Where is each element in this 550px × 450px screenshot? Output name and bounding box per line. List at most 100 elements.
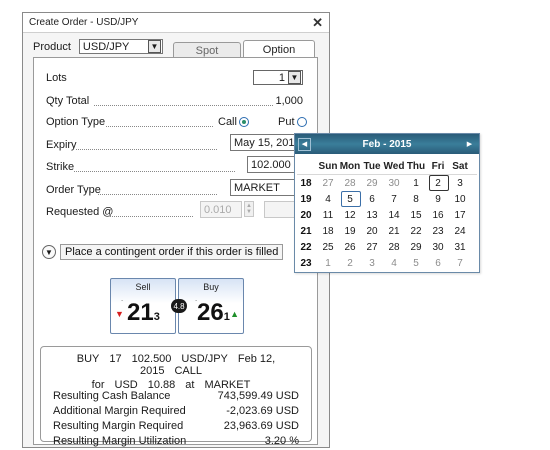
calendar-day[interactable]: 4 bbox=[383, 258, 405, 269]
calendar-day[interactable]: 17 bbox=[449, 210, 471, 221]
summary-line-1: BUY 17 102.500 USD/JPY Feb 12, 2015 CALL bbox=[41, 353, 311, 377]
qty-label: Qty Total bbox=[46, 95, 90, 107]
requested-value: 0.010 bbox=[204, 203, 232, 216]
arrow-down-icon[interactable]: ▼ bbox=[246, 209, 252, 215]
dotted-leader bbox=[98, 194, 217, 195]
buy-pip: 1 bbox=[223, 311, 230, 323]
calendar-day[interactable]: 9 bbox=[427, 194, 449, 205]
calendar-day[interactable]: 7 bbox=[383, 194, 405, 205]
calendar-day[interactable]: 27 bbox=[317, 178, 339, 189]
product-select[interactable]: USD/JPY ▼ bbox=[78, 39, 163, 54]
lots-label: Lots bbox=[46, 72, 67, 84]
calendar-day[interactable]: 15 bbox=[405, 210, 427, 221]
calendar-day[interactable]: 22 bbox=[405, 226, 427, 237]
calendar-day[interactable]: 13 bbox=[361, 210, 383, 221]
chevron-down-icon[interactable]: ▼ bbox=[147, 40, 161, 53]
summary-side: BUY bbox=[76, 353, 100, 365]
calendar-day[interactable]: 28 bbox=[339, 178, 361, 189]
put-radio[interactable] bbox=[296, 117, 307, 128]
calendar-day[interactable]: 28 bbox=[383, 242, 405, 253]
calendar-day[interactable]: 30 bbox=[383, 178, 405, 189]
product-row: Product USD/JPY ▼ bbox=[33, 39, 163, 54]
calendar-day[interactable]: 14 bbox=[383, 210, 405, 221]
calendar-day[interactable]: 12 bbox=[339, 210, 361, 221]
pip-dot: ˙ bbox=[121, 299, 124, 309]
calendar-day[interactable]: 18 bbox=[317, 226, 339, 237]
chevron-down-icon[interactable]: ▼ bbox=[288, 71, 301, 84]
calendar-day[interactable]: 26 bbox=[339, 242, 361, 253]
call-radio-group[interactable]: Call bbox=[218, 116, 249, 128]
chevron-left-icon[interactable]: ◀ bbox=[298, 137, 311, 151]
put-radio-group[interactable]: Put bbox=[278, 116, 307, 128]
dotted-leader bbox=[106, 126, 213, 127]
weekday-label: Sun bbox=[318, 160, 338, 172]
summary-amount: 23,963.69 bbox=[223, 420, 273, 432]
calendar-day[interactable]: 5 bbox=[405, 258, 427, 269]
calendar-day[interactable]: 24 bbox=[449, 226, 471, 237]
tab-option-label: Option bbox=[262, 43, 296, 56]
buy-price-big: 261 bbox=[197, 299, 230, 327]
create-order-window: Create Order - USD/JPY ✕ Product USD/JPY… bbox=[22, 12, 330, 448]
requested-input[interactable]: 0.010 bbox=[200, 201, 242, 218]
requested-label: Requested @ bbox=[46, 206, 114, 218]
dotted-leader bbox=[94, 105, 273, 106]
calendar-day[interactable]: 6 bbox=[427, 258, 449, 269]
calendar-day[interactable]: 3 bbox=[449, 178, 471, 189]
close-icon[interactable]: ✕ bbox=[312, 15, 323, 31]
calendar-grid: Sun Mon Tue Wed Thu Fri Sat 18 27 28 29 … bbox=[295, 158, 479, 271]
summary-row-value: -2,023.69 USD bbox=[226, 405, 299, 417]
chevron-down-icon[interactable]: ▼ bbox=[42, 245, 56, 259]
order-type-value: MARKET bbox=[234, 181, 280, 194]
calendar-day[interactable]: 16 bbox=[427, 210, 449, 221]
calendar-day[interactable]: 2 bbox=[339, 258, 361, 269]
tab-option[interactable]: Option bbox=[243, 40, 315, 58]
calendar-day[interactable]: 3 bbox=[361, 258, 383, 269]
option-panel: Lots 1 ▼ Qty Total 1,000 Option Type Cal… bbox=[33, 57, 318, 447]
calendar-day[interactable]: 7 bbox=[449, 258, 471, 269]
weekday-label: Thu bbox=[406, 160, 426, 172]
lots-value: 1 bbox=[278, 71, 285, 84]
buy-price-tile[interactable]: Buy ˙ 261 ▲ bbox=[178, 278, 244, 334]
calendar-day-selected[interactable]: 5 bbox=[339, 190, 361, 207]
calendar-day[interactable]: 1 bbox=[405, 178, 427, 189]
calendar-day[interactable]: 19 bbox=[339, 226, 361, 237]
summary-unit: USD bbox=[275, 420, 299, 432]
calendar-day-today[interactable]: 2 bbox=[427, 174, 449, 191]
sell-label: Sell bbox=[135, 282, 151, 292]
tab-spot[interactable]: Spot bbox=[173, 42, 241, 58]
week-number: 21 bbox=[300, 225, 312, 237]
requested-stepper[interactable]: ▲ ▼ bbox=[244, 201, 254, 217]
calendar-day[interactable]: 10 bbox=[449, 194, 471, 205]
week-number: 18 bbox=[300, 177, 312, 189]
calendar-day[interactable]: 8 bbox=[405, 194, 427, 205]
call-radio[interactable] bbox=[238, 117, 249, 128]
calendar-day[interactable]: 29 bbox=[361, 178, 383, 189]
calendar-day[interactable]: 1 bbox=[317, 258, 339, 269]
qty-value: 1,000 bbox=[275, 95, 303, 107]
summary-row-label: Resulting Margin Required bbox=[53, 420, 184, 432]
lots-select[interactable]: 1 ▼ bbox=[253, 70, 303, 85]
contingent-order-toggle[interactable]: ▼ Place a contingent order if this order… bbox=[42, 244, 284, 260]
calendar-day[interactable]: 23 bbox=[427, 226, 449, 237]
calendar-week-row: 18 27 28 29 30 1 2 3 bbox=[295, 174, 479, 191]
summary-amount: 3.20 bbox=[264, 435, 287, 447]
contingent-order-label[interactable]: Place a contingent order if this order i… bbox=[60, 244, 284, 260]
calendar-day[interactable]: 21 bbox=[383, 226, 405, 237]
calendar-day[interactable]: 20 bbox=[361, 226, 383, 237]
sell-price-tile[interactable]: Sell ▼ ˙ 213 bbox=[110, 278, 176, 334]
calendar-day[interactable]: 11 bbox=[317, 210, 339, 221]
calendar-day[interactable]: 25 bbox=[317, 242, 339, 253]
calendar-day[interactable]: 6 bbox=[361, 194, 383, 205]
calendar-day[interactable]: 27 bbox=[361, 242, 383, 253]
chevron-right-icon[interactable]: ▶ bbox=[463, 138, 476, 151]
qty-row: Qty Total 1,000 bbox=[46, 93, 309, 109]
calendar-week-row: 21 18 19 20 21 22 23 24 bbox=[295, 223, 479, 239]
sell-big-digits: 21 bbox=[127, 299, 154, 326]
calendar-header: ◀ Feb - 2015 ▶ bbox=[295, 134, 479, 154]
calendar-day[interactable]: 31 bbox=[449, 242, 471, 253]
calendar-day[interactable]: 4 bbox=[317, 194, 339, 205]
calendar-day[interactable]: 30 bbox=[427, 242, 449, 253]
weekday-label: Mon bbox=[339, 160, 361, 172]
calendar-day[interactable]: 29 bbox=[405, 242, 427, 253]
tab-spot-label: Spot bbox=[195, 44, 219, 57]
